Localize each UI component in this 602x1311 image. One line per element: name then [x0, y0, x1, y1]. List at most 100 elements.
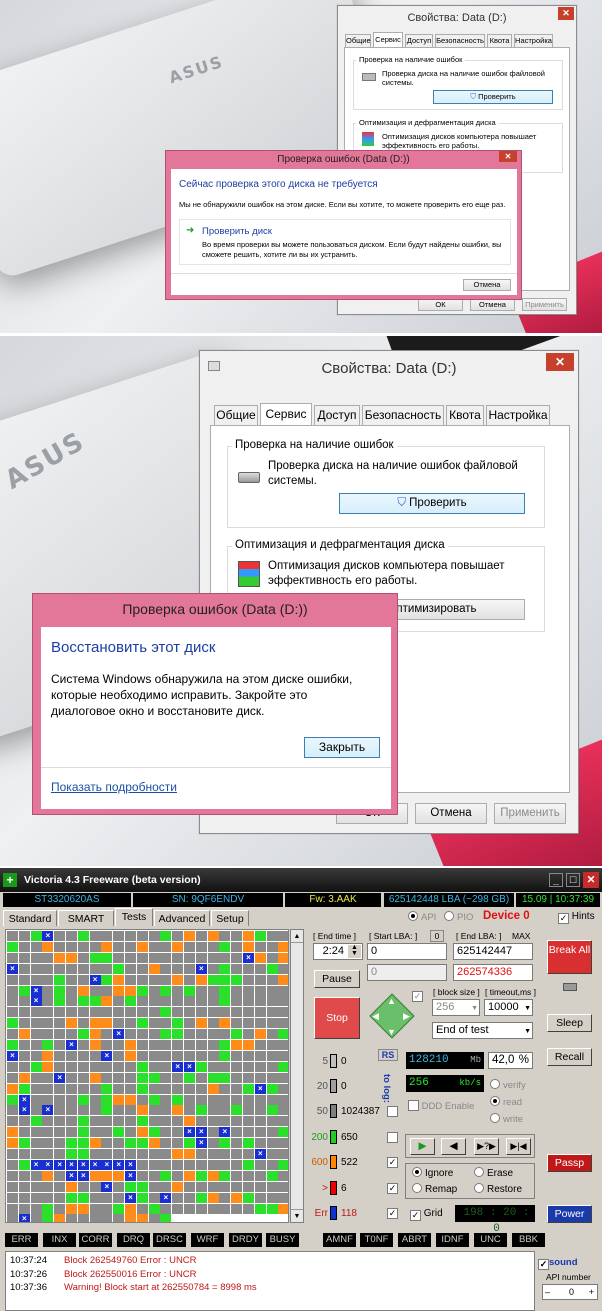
- tab-service[interactable]: Сервис: [373, 32, 403, 47]
- hints-checkbox[interactable]: ✓ Hints: [558, 911, 595, 924]
- minus-icon[interactable]: –: [545, 1285, 550, 1300]
- sound-checkbox[interactable]: ✓ sound: [538, 1257, 578, 1270]
- tab-service[interactable]: Сервис: [260, 403, 312, 425]
- show-details-link[interactable]: Показать подробности: [51, 780, 177, 794]
- sector-cell: [278, 1061, 288, 1072]
- tab-general[interactable]: Общие: [214, 405, 258, 425]
- close-icon[interactable]: ✕: [499, 151, 517, 162]
- pause-button[interactable]: Pause: [314, 970, 360, 988]
- max-label[interactable]: MAX: [512, 931, 531, 941]
- close-button[interactable]: Закрыть: [304, 737, 380, 758]
- skip-end-icon[interactable]: ▶|◀: [506, 1138, 531, 1155]
- direction-checkbox[interactable]: ✓: [412, 991, 423, 1002]
- close-icon[interactable]: ✕: [546, 353, 574, 371]
- tab-setup[interactable]: Setup: [211, 910, 249, 926]
- erase-radio[interactable]: Erase: [474, 1167, 513, 1179]
- sector-cell: [66, 1007, 77, 1018]
- tab-quota[interactable]: Квота: [446, 405, 484, 425]
- play-icon[interactable]: ▶: [410, 1138, 435, 1155]
- tab-settings[interactable]: Настройка: [514, 34, 553, 47]
- legend-swatch: [330, 1104, 337, 1118]
- start-lba-field[interactable]: 0: [367, 943, 447, 960]
- arrow-up-icon[interactable]: ▲: [387, 996, 396, 1006]
- sector-cell: [254, 931, 266, 941]
- scroll-up-icon[interactable]: ▲: [291, 930, 303, 943]
- block-size-select[interactable]: 256 ▼: [432, 999, 480, 1016]
- arrow-down-icon[interactable]: ▼: [387, 1027, 396, 1037]
- sector-cell: [278, 1116, 288, 1127]
- sleep-button[interactable]: Sleep: [547, 1014, 592, 1032]
- log-checkbox[interactable]: [387, 1132, 398, 1143]
- tab-access[interactable]: Доступ: [405, 34, 433, 47]
- sector-cell: [148, 1029, 160, 1040]
- sector-cell: [207, 1170, 219, 1181]
- restore-radio[interactable]: Restore: [474, 1183, 522, 1195]
- sector-cell: [148, 1214, 160, 1222]
- read-radio[interactable]: read: [490, 1096, 522, 1108]
- spin-icon[interactable]: ▲ ▼: [348, 944, 361, 958]
- api-radio[interactable]: API: [408, 911, 436, 923]
- tab-tests[interactable]: Tests: [115, 908, 153, 926]
- back-icon[interactable]: ◀: [441, 1138, 466, 1155]
- recall-button[interactable]: Recall: [547, 1048, 592, 1066]
- timeout-select[interactable]: 10000 ▼: [484, 999, 533, 1016]
- error-sector-cell: ×: [113, 1029, 125, 1040]
- plus-icon[interactable]: +: [589, 1285, 594, 1300]
- log-checkbox[interactable]: ✓: [387, 1208, 398, 1219]
- map-scrollbar[interactable]: ▲ ▼: [290, 929, 304, 1223]
- tab-access[interactable]: Доступ: [314, 405, 360, 425]
- minimize-icon[interactable]: _: [549, 873, 563, 887]
- ignore-radio[interactable]: Ignore: [412, 1167, 453, 1179]
- sector-cell: [136, 1061, 148, 1072]
- tab-security[interactable]: Безопасность: [435, 34, 485, 47]
- sector-cell: [172, 1127, 184, 1138]
- check-button[interactable]: ⛉ Проверить: [339, 493, 525, 514]
- tab-security[interactable]: Безопасность: [362, 405, 444, 425]
- skip-forward-icon[interactable]: ▶?▶: [474, 1138, 499, 1155]
- passp-button[interactable]: Passp: [547, 1154, 592, 1172]
- scroll-down-icon[interactable]: ▼: [291, 1209, 303, 1222]
- arrow-left-icon[interactable]: ◀: [372, 1011, 379, 1022]
- api-number-field[interactable]: – 0 +: [542, 1284, 598, 1300]
- direction-pad[interactable]: ▲ ▼ ◀ ▶: [368, 992, 416, 1040]
- start-lba-zero[interactable]: 0: [430, 930, 444, 942]
- break-all-button[interactable]: Break All: [547, 940, 592, 974]
- log-checkbox[interactable]: ✓: [387, 1157, 398, 1168]
- end-lba-field[interactable]: 625142447: [453, 943, 533, 960]
- tab-advanced[interactable]: Advanced: [154, 910, 210, 926]
- log-checkbox[interactable]: [387, 1106, 398, 1117]
- rs-button[interactable]: RS: [378, 1049, 398, 1061]
- close-icon[interactable]: ✕: [583, 872, 599, 888]
- dialog-title: Проверка ошибок (Data (D:)): [122, 601, 308, 617]
- check-disk-option[interactable]: ➜ Проверить диск Во время проверки вы мо…: [179, 219, 511, 265]
- pio-radio[interactable]: PIO: [444, 911, 473, 923]
- write-radio[interactable]: write: [490, 1113, 523, 1125]
- sector-cell: [113, 1170, 125, 1181]
- tab-smart[interactable]: SMART: [58, 910, 114, 926]
- check-button[interactable]: ⛉ Проверить: [433, 90, 553, 104]
- tab-settings[interactable]: Настройка: [486, 405, 550, 425]
- stop-button[interactable]: Stop: [314, 997, 360, 1039]
- ddd-checkbox[interactable]: DDD Enable: [408, 1100, 474, 1112]
- power-button[interactable]: Power: [547, 1205, 592, 1223]
- sector-cell: [148, 974, 160, 985]
- tab-standard[interactable]: Standard: [3, 910, 57, 926]
- tab-general[interactable]: Общие: [345, 34, 371, 47]
- close-icon[interactable]: ✕: [558, 7, 574, 20]
- sector-cell: [160, 1018, 172, 1029]
- remap-radio[interactable]: Remap: [412, 1183, 457, 1195]
- grid-checkbox[interactable]: ✓ Grid: [410, 1208, 443, 1221]
- log-checkbox[interactable]: ✓: [387, 1183, 398, 1194]
- apply-button[interactable]: Применить: [522, 298, 567, 311]
- apply-button[interactable]: Применить: [494, 803, 566, 824]
- maximize-icon[interactable]: □: [566, 873, 580, 887]
- cancel-button[interactable]: Отмена: [463, 279, 511, 291]
- sector-cell: [266, 1181, 278, 1192]
- tab-quota[interactable]: Квота: [487, 34, 512, 47]
- end-action-select[interactable]: End of test ▼: [432, 1022, 533, 1039]
- cancel-button[interactable]: Отмена: [415, 803, 487, 824]
- sector-cell: [231, 985, 243, 996]
- legend-count: 1024387: [341, 1106, 380, 1117]
- arrow-right-icon[interactable]: ▶: [403, 1011, 410, 1022]
- verify-radio[interactable]: verify: [490, 1079, 526, 1091]
